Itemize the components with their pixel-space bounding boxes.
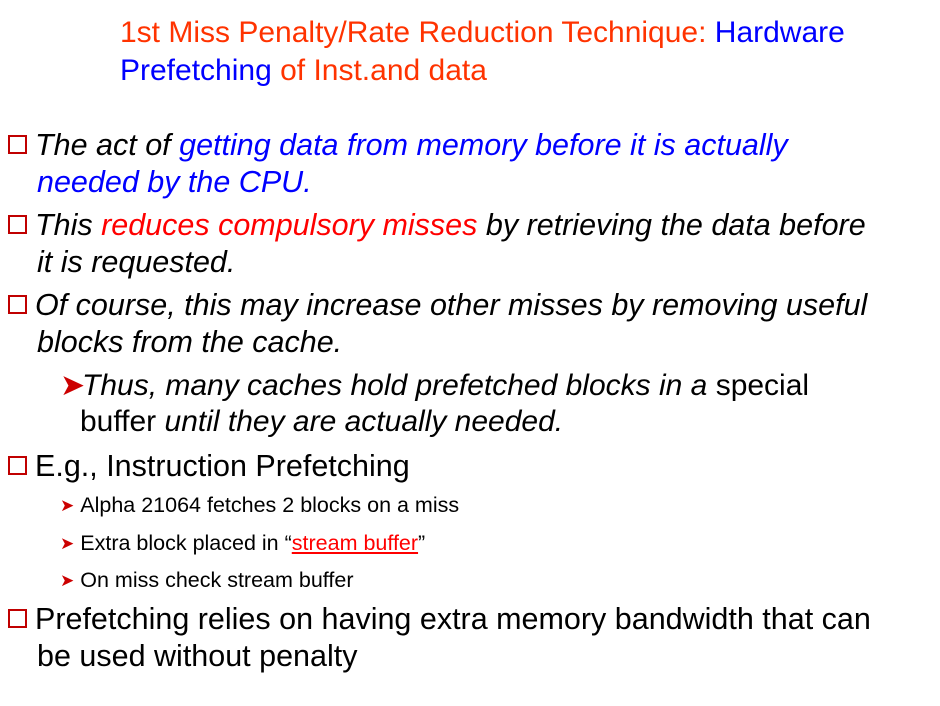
title-line-2: Prefetching of Inst.and data <box>120 52 940 90</box>
bullet-5: Prefetching relies on having extra memor… <box>6 601 871 675</box>
bullet-2-line-2: it is requested. <box>37 245 236 279</box>
title-part-2: Hardware <box>714 16 845 49</box>
hollow-square-icon <box>8 295 27 314</box>
bullet-2-part-1: This <box>35 208 102 242</box>
hollow-square-icon <box>8 135 27 154</box>
bullet-4-sub-3-text: On miss check stream buffer <box>80 568 354 592</box>
bullet-3-sub-part-1: Thus, many caches hold prefetched blocks… <box>82 369 716 402</box>
bullet-4: E.g., Instruction Prefetching <box>6 448 410 485</box>
arrowhead-icon: ➤ <box>60 496 75 515</box>
bullet-3-sub-line-2a: buffer <box>80 405 165 438</box>
bullet-4-sub-1-text: Alpha 21064 fetches 2 blocks on a miss <box>80 493 460 517</box>
hollow-square-icon <box>8 609 27 628</box>
bullet-4-sub-2-part-1: Extra block placed in “ <box>80 531 292 555</box>
bullet-1-part-2: getting data from memory before it is ac… <box>179 128 788 162</box>
title-part-1: 1st Miss Penalty/Rate Reduction Techniqu… <box>120 16 715 49</box>
bullet-1-part-1: The act of <box>35 128 180 162</box>
title-part-3: Prefetching <box>120 54 272 87</box>
title-part-4: of Inst.and data <box>271 54 487 87</box>
bullet-4-sub-1: ➤ Alpha 21064 fetches 2 blocks on a miss <box>60 492 459 519</box>
bullet-1-line-2: needed by the CPU. <box>37 165 312 199</box>
bullet-3-line-2: blocks from the cache. <box>37 325 343 359</box>
hollow-square-icon <box>8 456 27 475</box>
bullet-4-text: E.g., Instruction Prefetching <box>35 449 410 483</box>
bullet-2-part-3: by retrieving the data before <box>477 208 866 242</box>
stream-buffer-link[interactable]: stream buffer <box>292 531 418 555</box>
bullet-3-sub-part-2: special <box>715 369 810 402</box>
arrowhead-icon: ➤ <box>60 534 75 553</box>
bullet-4-sub-2: ➤ Extra block placed in “stream buffer” <box>60 530 425 557</box>
bullet-3-sub-line-2b: until they are actually needed. <box>164 405 564 438</box>
hollow-square-icon <box>8 215 27 234</box>
title-line-1: 1st Miss Penalty/Rate Reduction Techniqu… <box>120 14 940 52</box>
bullet-5-line-1: Prefetching relies on having extra memor… <box>35 602 871 636</box>
bullet-4-sub-2-part-3: ” <box>418 531 426 555</box>
bullet-3-sub-line-2: buffer until they are actually needed. <box>60 404 809 440</box>
bullet-2-part-2: reduces compulsory misses <box>101 208 478 242</box>
arrowhead-icon: ➤ <box>60 369 86 402</box>
bullet-3-sub: ➤Thus, many caches hold prefetched block… <box>60 368 809 440</box>
bullet-3-line-1: Of course, this may increase other misse… <box>35 288 868 322</box>
bullet-4-sub-3: ➤ On miss check stream buffer <box>60 567 353 594</box>
arrowhead-icon: ➤ <box>60 571 75 590</box>
bullet-5-line-2: be used without penalty <box>37 639 358 673</box>
slide-title: 1st Miss Penalty/Rate Reduction Techniqu… <box>120 14 940 90</box>
bullet-3: Of course, this may increase other misse… <box>6 287 867 361</box>
bullet-2: This reduces compulsory misses by retrie… <box>6 207 866 281</box>
bullet-1: The act of getting data from memory befo… <box>6 127 788 201</box>
